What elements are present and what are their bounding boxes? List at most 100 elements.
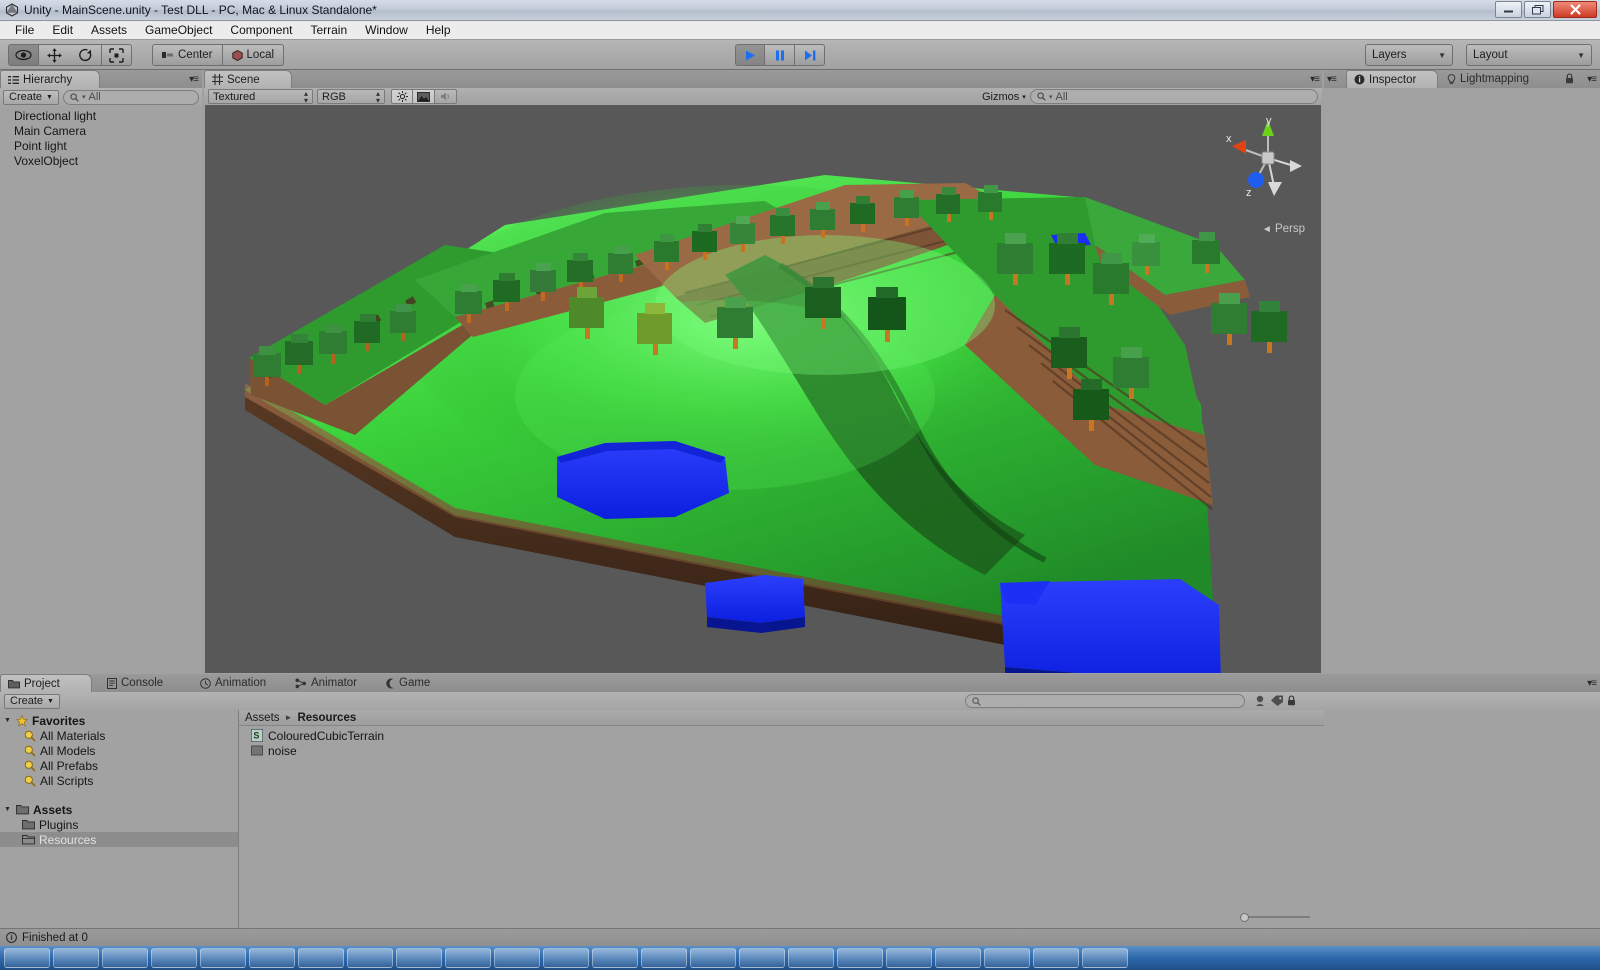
tree-item-favorites[interactable]: ▼ Favorites: [0, 713, 238, 728]
menu-component[interactable]: Component: [221, 22, 301, 38]
search-icon: [972, 696, 981, 706]
taskitem-1[interactable]: [4, 948, 50, 968]
tree-item-all-materials[interactable]: All Materials: [0, 728, 238, 743]
taskitem-18[interactable]: [837, 948, 883, 968]
hierarchy-item-main-camera[interactable]: Main Camera: [0, 123, 202, 138]
tab-project[interactable]: Project: [0, 674, 92, 692]
triangle-down-icon[interactable]: ▼: [4, 717, 12, 724]
move-tool-button[interactable]: [39, 44, 70, 66]
menu-assets[interactable]: Assets: [82, 22, 136, 38]
taskitem-19[interactable]: [886, 948, 932, 968]
taskitem-8[interactable]: [347, 948, 393, 968]
lock-icon[interactable]: [1565, 73, 1574, 84]
project-lock-icon[interactable]: [1287, 695, 1296, 706]
project-options-icon[interactable]: ▾≡: [1587, 678, 1597, 689]
hierarchy-search-input[interactable]: ▾ All: [62, 89, 199, 105]
taskitem-13[interactable]: [592, 948, 638, 968]
pivot-mode-button[interactable]: Center: [152, 44, 223, 66]
scene-draw-mode-dropdown[interactable]: Textured ▴ ▾: [208, 89, 313, 104]
tab-inspector[interactable]: Inspector: [1346, 70, 1438, 88]
scale-tool-button[interactable]: [101, 44, 132, 66]
taskitem-6[interactable]: [249, 948, 295, 968]
hierarchy-options-icon[interactable]: ▾≡: [189, 74, 199, 85]
tab-animation[interactable]: Animation: [193, 674, 276, 692]
hierarchy-item-directional-light[interactable]: Directional light: [0, 108, 202, 123]
layout-dropdown[interactable]: Layout ▼: [1466, 44, 1592, 66]
taskitem-7[interactable]: [298, 948, 344, 968]
tab-game[interactable]: Game: [378, 674, 440, 692]
taskitem-22[interactable]: [1033, 948, 1079, 968]
tab-animator[interactable]: Animator: [288, 674, 367, 692]
scene-options-icon[interactable]: ▾≡: [1310, 74, 1320, 85]
maximize-button[interactable]: [1524, 1, 1551, 18]
tree-item-all-scripts[interactable]: All Scripts: [0, 773, 238, 788]
scene-view-gizmo[interactable]: y x z: [1216, 108, 1316, 208]
tree-item-resources[interactable]: Resources: [0, 832, 238, 847]
menu-window[interactable]: Window: [356, 22, 417, 38]
tree-item-all-prefabs[interactable]: All Prefabs: [0, 758, 238, 773]
tab-console[interactable]: Console: [100, 674, 173, 692]
tree-item-plugins[interactable]: Plugins: [0, 817, 238, 832]
tree-item-assets[interactable]: ▼ Assets: [0, 802, 238, 817]
taskitem-2[interactable]: [53, 948, 99, 968]
project-filter-label-icon[interactable]: [1270, 694, 1284, 707]
play-button[interactable]: [735, 44, 765, 66]
scene-viewport[interactable]: y x z ◄ Persp: [205, 105, 1321, 673]
menu-edit[interactable]: Edit: [43, 22, 82, 38]
menu-terrain[interactable]: Terrain: [301, 22, 356, 38]
taskitem-10[interactable]: [445, 948, 491, 968]
rotate-tool-button[interactable]: [70, 44, 101, 66]
taskitem-12[interactable]: [543, 948, 589, 968]
scene-lighting-toggle[interactable]: [391, 89, 413, 104]
pause-button[interactable]: [765, 44, 795, 66]
taskitem-20[interactable]: [935, 948, 981, 968]
layers-dropdown[interactable]: Layers ▼: [1365, 44, 1453, 66]
scene-search-input[interactable]: ▾ All: [1030, 89, 1318, 104]
close-button[interactable]: [1553, 1, 1597, 18]
menu-help[interactable]: Help: [417, 22, 460, 38]
taskitem-21[interactable]: [984, 948, 1030, 968]
tab-hierarchy[interactable]: Hierarchy: [0, 70, 100, 88]
scene-gizmos-dropdown[interactable]: Gizmos ▾: [978, 89, 1026, 104]
zoom-slider-knob[interactable]: [1240, 912, 1249, 922]
taskitem-11[interactable]: [494, 948, 540, 968]
scene-skybox-toggle[interactable]: [413, 89, 435, 104]
status-bar[interactable]: Finished at 0: [0, 928, 1600, 946]
taskitem-23[interactable]: [1082, 948, 1128, 968]
taskitem-5[interactable]: [200, 948, 246, 968]
taskitem-3[interactable]: [102, 948, 148, 968]
hierarchy-item-point-light[interactable]: Point light: [0, 138, 202, 153]
tab-lightmapping[interactable]: Lightmapping: [1440, 70, 1539, 88]
hierarchy-item-voxelobject[interactable]: VoxelObject: [0, 153, 202, 168]
menu-gameobject[interactable]: GameObject: [136, 22, 221, 38]
scene-projection-label[interactable]: ◄ Persp: [1262, 223, 1305, 235]
project-create-button[interactable]: Create ▼: [4, 693, 60, 709]
breadcrumb-resources[interactable]: Resources: [297, 712, 356, 724]
taskitem-17[interactable]: [788, 948, 834, 968]
asset-row-noise[interactable]: noise: [239, 743, 1324, 758]
project-filter-type-icon[interactable]: [1253, 694, 1267, 707]
tree-item-all-models[interactable]: All Models: [0, 743, 238, 758]
pivot-rotation-button[interactable]: Local: [222, 44, 285, 66]
taskitem-4[interactable]: [151, 948, 197, 968]
asset-row-colouredcubicterrain[interactable]: S ColouredCubicTerrain: [239, 728, 1324, 743]
hand-tool-button[interactable]: [8, 44, 39, 66]
taskitem-16[interactable]: [739, 948, 785, 968]
scene-render-mode-dropdown[interactable]: RGB ▴ ▾: [317, 89, 385, 104]
hierarchy-create-button[interactable]: Create ▼: [3, 89, 59, 105]
inspector-left-options-icon[interactable]: ▾≡: [1327, 74, 1337, 85]
tree-item-label: All Scripts: [40, 773, 94, 788]
minimize-button[interactable]: [1495, 1, 1522, 18]
project-search-input[interactable]: [965, 694, 1245, 708]
triangle-down-icon[interactable]: ▼: [4, 806, 12, 813]
inspector-options-icon[interactable]: ▾≡: [1587, 74, 1597, 85]
asset-zoom-slider[interactable]: [1240, 912, 1310, 922]
step-button[interactable]: [795, 44, 825, 66]
breadcrumb-assets[interactable]: Assets: [245, 712, 280, 724]
menu-file[interactable]: File: [6, 22, 43, 38]
taskitem-15[interactable]: [690, 948, 736, 968]
taskitem-14[interactable]: [641, 948, 687, 968]
scene-audio-toggle[interactable]: [435, 89, 457, 104]
tab-scene[interactable]: Scene: [204, 70, 292, 88]
taskitem-9[interactable]: [396, 948, 442, 968]
